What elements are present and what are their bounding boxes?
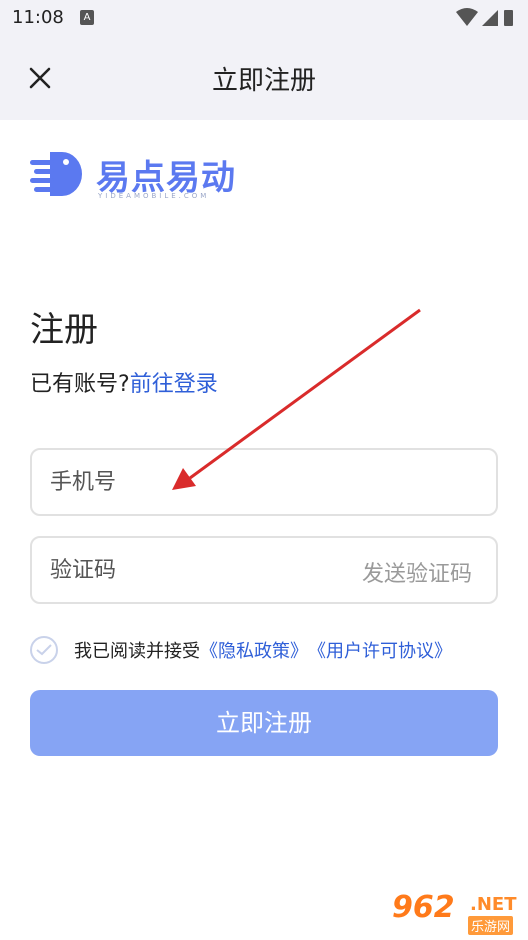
status-time: 11:08 xyxy=(12,7,64,28)
agreement-text: 我已阅读并接受 xyxy=(74,641,200,662)
watermark-number: 962 xyxy=(392,890,455,925)
watermark-sub: 乐游网 xyxy=(468,916,514,935)
app-bar: 立即注册 xyxy=(0,36,528,120)
login-prompt: 已有账号?前往登录 xyxy=(30,366,218,398)
code-field[interactable]: 发送验证码 xyxy=(30,536,498,604)
watermark: 962 .NET 乐游网 xyxy=(392,890,522,935)
agreement-checkbox[interactable] xyxy=(30,636,58,664)
register-heading: 注册 xyxy=(30,310,98,350)
wifi-icon xyxy=(456,8,478,26)
register-button[interactable]: 立即注册 xyxy=(30,690,498,756)
phone-field[interactable] xyxy=(30,448,498,516)
send-code-button[interactable]: 发送验证码 xyxy=(362,556,472,588)
login-link[interactable]: 前往登录 xyxy=(130,372,218,397)
status-icons xyxy=(454,7,516,33)
phone-input[interactable] xyxy=(50,462,330,502)
agreement-row: 我已阅读并接受 《隐私政策》 《用户许可协议》 xyxy=(30,634,452,666)
check-icon xyxy=(36,644,52,656)
watermark-net: .NET xyxy=(470,894,517,915)
signal-icon xyxy=(482,10,498,26)
battery-icon xyxy=(504,10,513,26)
login-prompt-text: 已有账号? xyxy=(30,372,130,397)
page-title: 立即注册 xyxy=(211,66,316,96)
status-bar: 11:08 A xyxy=(0,0,528,36)
code-input[interactable] xyxy=(50,550,330,590)
logo-subtitle: YIDEAMOBILE.COM xyxy=(98,192,210,200)
notification-icon: A xyxy=(80,10,94,25)
logo-icon xyxy=(30,152,82,196)
user-agreement-link[interactable]: 《用户许可协议》 xyxy=(308,637,452,663)
brand-logo: 易点易动 YIDEAMOBILE.COM xyxy=(30,150,250,204)
privacy-policy-link[interactable]: 《隐私政策》 xyxy=(200,637,308,663)
